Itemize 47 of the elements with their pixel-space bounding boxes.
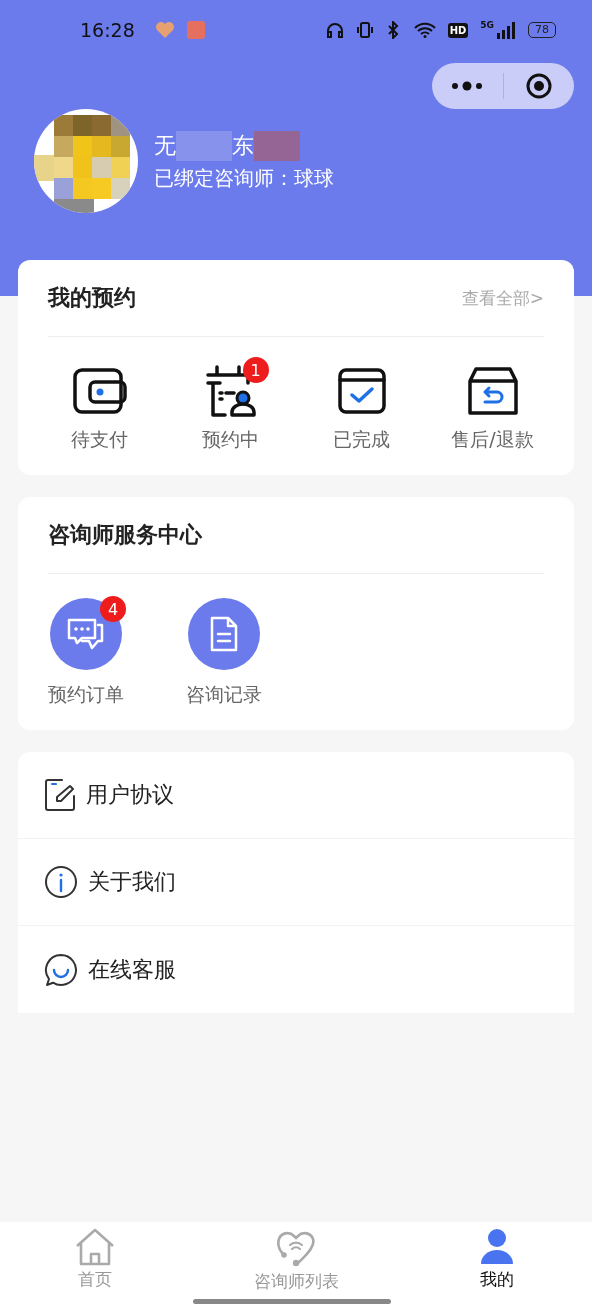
count-badge: 4 [100, 596, 126, 622]
person-icon [479, 1228, 515, 1266]
chat-smile-icon [44, 952, 78, 987]
hd-indicator: HD [447, 22, 469, 38]
heart-icon [154, 21, 175, 39]
blurred-text [176, 130, 232, 161]
wallet-icon [71, 367, 128, 415]
menu-item[interactable]: 关于我们 [18, 839, 574, 926]
status-label: 售后/退款 [451, 427, 534, 452]
appointment-status-button[interactable]: 待支付 [34, 355, 165, 453]
service-button[interactable]: 4 预约订单 [48, 598, 124, 708]
info-icon [44, 865, 78, 899]
battery-level: 78 [528, 22, 556, 38]
tab[interactable]: 我的 [402, 1222, 592, 1310]
appointment-status-button[interactable]: 已完成 [296, 355, 427, 453]
count-badge: 1 [242, 357, 269, 383]
menu-item[interactable]: 在线客服 [18, 926, 574, 1013]
appointment-status-button[interactable]: 1 预约中 [165, 355, 296, 453]
network-type: 5G [480, 20, 494, 30]
clock: 16:28 [80, 19, 135, 41]
service-label: 咨询记录 [186, 682, 262, 707]
appointment-status-button[interactable]: 售后/退款 [427, 355, 558, 453]
return-box-icon [466, 366, 519, 416]
edit-document-icon [44, 778, 76, 812]
target-icon [524, 72, 553, 100]
home-icon [74, 1228, 116, 1266]
headphones-icon [325, 22, 344, 38]
app-notification-icon [186, 21, 205, 39]
signal-icon [496, 21, 516, 39]
service-label: 预约订单 [48, 682, 124, 707]
section-title: 我的预约 [48, 284, 136, 312]
user-name: 东 [232, 131, 254, 160]
service-button[interactable]: 咨询记录 [186, 598, 262, 708]
status-label: 预约中 [202, 427, 259, 452]
chat-bubbles-icon [67, 617, 105, 651]
check-window-icon [336, 367, 387, 415]
status-label: 待支付 [71, 427, 128, 452]
document-icon [209, 615, 239, 653]
section-title: 咨询师服务中心 [48, 521, 202, 549]
status-label: 已完成 [333, 427, 390, 452]
wifi-icon [413, 22, 436, 38]
menu-item[interactable]: 用户协议 [18, 752, 574, 839]
more-icon [451, 81, 484, 91]
bound-counselor: 已绑定咨询师：球球 [154, 164, 334, 192]
user-name: 无 [154, 131, 176, 160]
vibrate-icon [355, 21, 374, 39]
blurred-text [254, 130, 300, 161]
